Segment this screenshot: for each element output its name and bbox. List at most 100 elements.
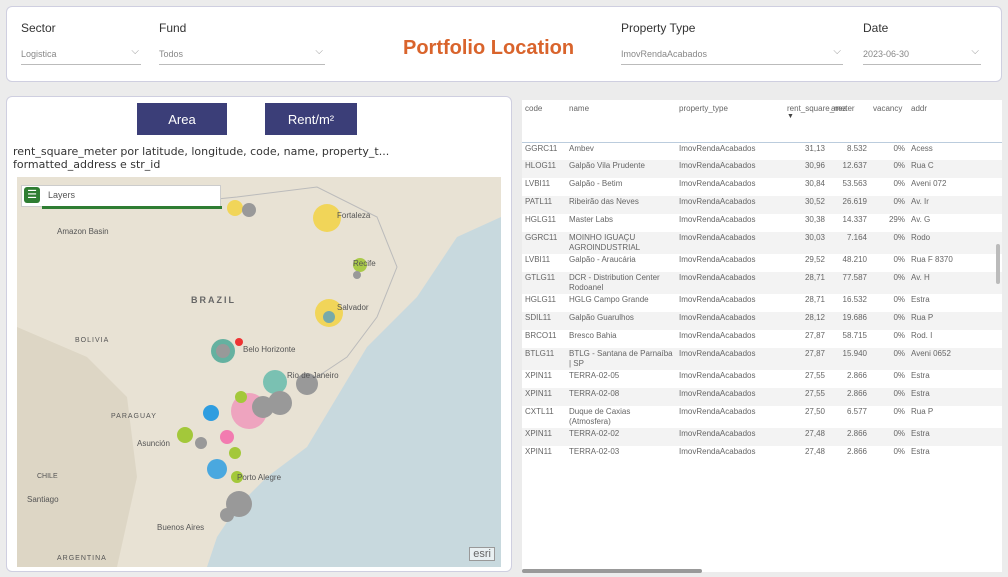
table-cell: TERRA-02-05 xyxy=(569,371,620,380)
fund-dropdown[interactable]: Todos ⌵ xyxy=(159,43,325,65)
table-cell: 0% xyxy=(870,348,908,370)
table-cell: XPIN11 xyxy=(525,371,552,380)
table-row[interactable]: HLOG11 Galpão Vila Prudente ImovRendaAcaba… xyxy=(522,160,1002,178)
layers-icon: ☰ xyxy=(24,187,40,203)
table-row[interactable]: GGRC11 Ambev ImovRendaAcabados 31,13 8.532 0%… xyxy=(522,142,1002,160)
area-button[interactable]: Area xyxy=(137,103,227,135)
table-cell: 53.563 xyxy=(842,179,867,188)
table-cell: GGRC11 xyxy=(522,232,566,254)
table-cell: Galpão Vila Prudente xyxy=(566,160,676,178)
table-cell: 0% xyxy=(870,428,908,446)
table-row[interactable]: LVBI11 Galpão - Araucária ImovRendaAcabado… xyxy=(522,254,1002,272)
table-cell: Galpão - Araucária xyxy=(569,255,636,264)
table-cell: Aveni 072 xyxy=(911,179,947,188)
table-cell: Av. Ir xyxy=(908,196,1002,214)
table-row[interactable]: HGLG11 HGLG Campo Grande ImovRendaAcabados… xyxy=(522,294,1002,312)
map-label: CHILE xyxy=(37,473,58,480)
table-cell: 26.619 xyxy=(828,196,870,214)
table-row[interactable]: BRCO11 Bresco Bahia ImovRendaAcabados 27,87… xyxy=(522,330,1002,348)
layers-control[interactable]: ☰ Layers xyxy=(21,185,222,209)
table-cell: Aveni 0652 xyxy=(908,348,1002,370)
portfolio-table: code name property_type rent_square_mete… xyxy=(522,100,1002,572)
layers-slider[interactable] xyxy=(42,206,222,209)
table-cell: ImovRendaAcabados xyxy=(676,232,784,254)
table-cell: MOINHO IGUAÇU AGROINDUSTRIAL xyxy=(566,232,676,254)
table-row[interactable]: BTLG11 BTLG - Santana de Parnaíba | SP Imo… xyxy=(522,348,1002,370)
table-row[interactable]: SDIL11 Galpão Guarulhos ImovRendaAcabados 2… xyxy=(522,312,1002,330)
rent-button[interactable]: Rent/m² xyxy=(265,103,357,135)
column-header[interactable]: name xyxy=(566,100,676,143)
table-row[interactable]: XPIN11 TERRA-02-03 ImovRendaAcabados 27,48 2… xyxy=(522,446,1002,464)
table-cell: Galpão Guarulhos xyxy=(566,312,676,330)
table-cell: 31,13 xyxy=(804,143,825,153)
table-cell: 29% xyxy=(888,215,905,224)
table-row[interactable]: GTLG11 DCR - Distribution Center Rodoanel… xyxy=(522,272,1002,294)
table-row[interactable]: XPIN11 TERRA-02-05 ImovRendaAcabados 27,55 2… xyxy=(522,370,1002,388)
table-cell: ImovRendaAcabados xyxy=(676,388,784,406)
date-label: Date xyxy=(863,21,889,35)
table-cell: XPIN11 xyxy=(522,428,566,446)
column-header[interactable]: vacancy xyxy=(870,100,908,143)
table-cell: 2.866 xyxy=(828,388,870,406)
property-type-slicer[interactable]: Property Type ImovRendaAcabados ⌵ xyxy=(621,21,843,65)
property-type-value: ImovRendaAcabados xyxy=(621,49,708,59)
table-cell: 0% xyxy=(893,179,905,188)
table-cell: 16.532 xyxy=(842,295,867,304)
column-header[interactable]: rent_square_meter ▼ xyxy=(784,100,855,143)
table-cell: HGLG11 xyxy=(525,215,556,224)
date-dropdown[interactable]: 2023-06-30 ⌵ xyxy=(863,43,981,65)
table-cell: 58.715 xyxy=(842,331,867,340)
table-cell: Acess xyxy=(911,143,933,153)
table-row[interactable]: LVBI11 Galpão - Betim ImovRendaAcabados 30,… xyxy=(522,178,1002,196)
table-row[interactable]: XPIN11 TERRA-02-02 ImovRendaAcabados 27,48 2… xyxy=(522,428,1002,446)
table-cell: GGRC11 xyxy=(525,143,558,153)
table-cell: 30,52 xyxy=(784,196,828,214)
fund-slicer[interactable]: Fund Todos ⌵ xyxy=(159,21,325,65)
table-row[interactable]: HGLG11 Master Labs ImovRendaAcabados 30,38 1… xyxy=(522,214,1002,232)
table-cell: 0% xyxy=(893,331,905,340)
horizontal-scrollbar[interactable] xyxy=(522,569,702,573)
table-cell: 0% xyxy=(870,160,908,178)
table-cell: 0% xyxy=(893,371,905,380)
table-cell: 48.210 xyxy=(842,255,867,264)
table-cell: Bresco Bahia xyxy=(569,331,617,340)
table-cell: 77.587 xyxy=(828,272,870,294)
table-cell: 30,96 xyxy=(784,160,828,178)
map-label: BOLIVIA xyxy=(75,337,110,344)
table-cell: 28,71 xyxy=(804,295,825,304)
table-cell: DCR - Distribution Center Rodoanel xyxy=(566,272,676,294)
date-slicer[interactable]: Date 2023-06-30 ⌵ xyxy=(863,21,981,65)
table-cell: 28,12 xyxy=(784,312,828,330)
sector-dropdown[interactable]: Logistica ⌵ xyxy=(21,43,141,65)
table-row[interactable]: PATL11 Ribeirão das Neves ImovRendaAcabado… xyxy=(522,196,1002,214)
table-cell: Estra xyxy=(911,371,930,380)
chevron-down-icon: ⌵ xyxy=(833,46,841,57)
table-cell: TERRA-02-03 xyxy=(569,447,620,456)
table-cell: 0% xyxy=(870,312,908,330)
vertical-scrollbar[interactable] xyxy=(996,244,1000,284)
column-header[interactable]: property_type xyxy=(676,100,784,143)
property-type-dropdown[interactable]: ImovRendaAcabados ⌵ xyxy=(621,43,843,65)
map-label: Asunción xyxy=(137,439,170,448)
table-cell: TERRA-02-02 xyxy=(566,428,676,446)
sector-slicer[interactable]: Sector Logistica ⌵ xyxy=(21,21,141,65)
table-row[interactable]: XPIN11 TERRA-02-08 ImovRendaAcabados 27,55 2… xyxy=(522,388,1002,406)
column-header[interactable]: code xyxy=(522,100,566,143)
table-cell: 2.866 xyxy=(846,447,867,456)
table-cell: 30,03 xyxy=(784,232,828,254)
date-value: 2023-06-30 xyxy=(863,49,910,59)
table-cell: BTLG - Santana de Parnaíba | SP xyxy=(566,348,676,370)
table-row[interactable]: CXTL11 Duque de Caxias (Atmosfera) ImovRen… xyxy=(522,406,1002,428)
table-row[interactable]: GGRC11 MOINHO IGUAÇU AGROINDUSTRIAL ImovRe… xyxy=(522,232,1002,254)
column-header[interactable]: addr xyxy=(908,100,1002,143)
table-cell: 2.866 xyxy=(846,371,867,380)
esri-logo: esri xyxy=(469,547,495,561)
portfolio-map[interactable]: Amazon Basin BRAZIL BOLIVIA PARAGUAY Bel… xyxy=(17,177,501,567)
map-label: Santiago xyxy=(27,495,59,504)
table-cell: 27,50 xyxy=(804,407,825,416)
table-cell: TERRA-02-08 xyxy=(566,388,676,406)
map-label: Amazon Basin xyxy=(57,227,109,236)
table-cell: 0% xyxy=(870,388,908,406)
map-label: Fortaleza xyxy=(337,211,371,220)
table-cell: ImovRendaAcabados xyxy=(679,179,756,188)
